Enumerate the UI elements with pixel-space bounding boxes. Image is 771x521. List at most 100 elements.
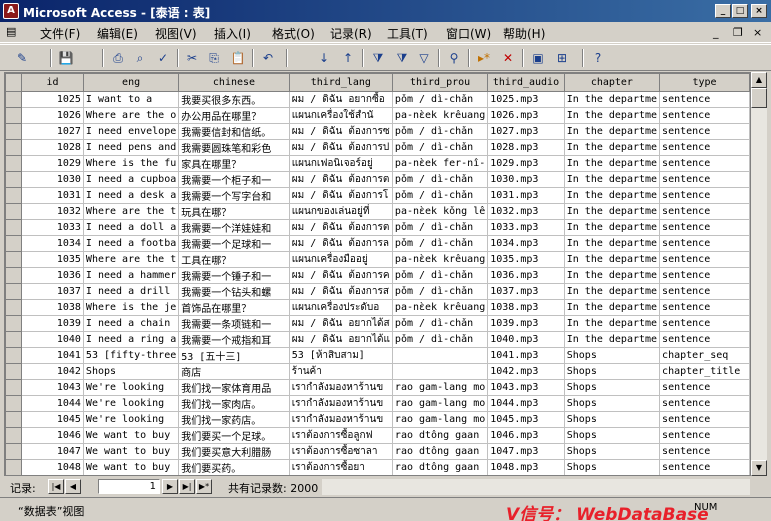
row-selector[interactable]	[5, 363, 23, 380]
row-selector[interactable]	[5, 347, 23, 364]
table-cell-third-lang[interactable]: 53 [ห้าสิบสาม]	[288, 347, 393, 364]
paste-icon[interactable]: 📋	[228, 49, 248, 67]
table-cell-third-audio[interactable]: 1038.mp3	[487, 299, 565, 316]
table-cell-third-prou[interactable]: pǒm / dì-chǎn	[391, 123, 489, 140]
table-cell-chapter[interactable]: In the departme	[563, 123, 661, 140]
table-cell-eng[interactable]: I need a desk a	[82, 187, 180, 204]
access-app-icon[interactable]: A	[3, 3, 19, 19]
table-cell-third-prou[interactable]: pa-nὲek krêuang	[391, 251, 489, 268]
table-cell-id[interactable]: 1038	[21, 299, 84, 316]
table-cell-type[interactable]: sentence	[659, 267, 750, 284]
column-header[interactable]: type	[659, 73, 750, 92]
table-cell-chapter[interactable]: In the departme	[563, 187, 661, 204]
print-icon[interactable]: ⎙	[108, 49, 128, 67]
close-button[interactable]: ×	[751, 4, 767, 18]
row-selector[interactable]	[5, 219, 23, 236]
table-cell-id[interactable]: 1026	[21, 107, 84, 124]
row-selector[interactable]	[5, 187, 23, 204]
table-cell-third-lang[interactable]: ผม / ดิฉัน อยากซื้อ	[288, 91, 393, 108]
table-cell-third-prou[interactable]: rao dtông gaan	[391, 427, 489, 444]
table-cell-chapter[interactable]: In the departme	[563, 267, 661, 284]
table-cell-chapter[interactable]: In the departme	[563, 139, 661, 156]
table-cell-eng[interactable]: We're looking	[82, 395, 180, 412]
spell-icon[interactable]: ✓	[153, 49, 173, 67]
table-cell-third-audio[interactable]: 1030.mp3	[487, 171, 565, 188]
menu-help[interactable]: 帮助(H)	[503, 25, 545, 42]
row-selector[interactable]	[5, 459, 23, 475]
table-cell-type[interactable]: sentence	[659, 427, 750, 444]
save-icon[interactable]: 💾	[56, 49, 76, 67]
table-cell-chinese[interactable]: 我需要一个钻头和螺	[178, 283, 290, 300]
table-cell-chinese[interactable]: 工具在哪？	[178, 251, 290, 268]
table-cell-third-audio[interactable]: 1040.mp3	[487, 331, 565, 348]
scroll-up-icon[interactable]: ▲	[751, 72, 767, 88]
row-selector[interactable]	[5, 267, 23, 284]
table-cell-eng[interactable]: Where is the fu	[82, 155, 180, 172]
horizontal-scrollbar[interactable]	[322, 479, 750, 495]
menu-insert[interactable]: 插入(I)	[214, 25, 251, 42]
table-cell-eng[interactable]: I need a ring a	[82, 331, 180, 348]
sort-asc-icon[interactable]: ↓	[314, 49, 334, 67]
menu-file[interactable]: 文件(F)	[40, 25, 80, 42]
row-selector[interactable]	[5, 283, 23, 300]
table-cell-chapter[interactable]: Shops	[563, 411, 661, 428]
table-cell-chinese[interactable]: 53 [五十三]	[178, 347, 290, 364]
table-cell-chapter[interactable]: In the departme	[563, 91, 661, 108]
table-cell-third-prou[interactable]: rao dtông gaan	[391, 443, 489, 460]
table-cell-third-lang[interactable]: ผม / ดิฉัน ต้องการป	[288, 139, 393, 156]
table-cell-third-lang[interactable]: แผนกเครื่องประดับอ	[288, 299, 393, 316]
copy-icon[interactable]: ⎘	[204, 49, 224, 67]
row-selector[interactable]	[5, 443, 23, 460]
table-cell-third-lang[interactable]: ผม / ดิฉัน ต้องการต	[288, 171, 393, 188]
table-cell-third-prou[interactable]: rao gam-lang mo	[391, 379, 489, 396]
table-cell-id[interactable]: 1034	[21, 235, 84, 252]
menu-tools[interactable]: 工具(T)	[387, 25, 428, 42]
menu-icon[interactable]: ▤	[6, 25, 16, 38]
table-cell-chinese[interactable]: 首饰品在哪里？	[178, 299, 290, 316]
sort-desc-icon[interactable]: ↑	[338, 49, 358, 67]
table-cell-chinese[interactable]: 我需要一个洋娃娃和	[178, 219, 290, 236]
preview-icon[interactable]: ⌕	[130, 49, 150, 67]
table-cell-third-prou[interactable]: pǒm / dì-chǎn	[391, 171, 489, 188]
table-cell-third-prou[interactable]	[391, 347, 489, 364]
table-cell-third-audio[interactable]: 1026.mp3	[487, 107, 565, 124]
table-cell-chapter[interactable]: In the departme	[563, 219, 661, 236]
row-selector[interactable]	[5, 107, 23, 124]
mdi-minimize-icon[interactable]: _	[713, 26, 719, 39]
table-cell-chapter[interactable]: In the departme	[563, 155, 661, 172]
table-cell-eng[interactable]: I want to a	[82, 91, 180, 108]
table-cell-chinese[interactable]: 我需要一个戒指和耳	[178, 331, 290, 348]
record-number-input[interactable]: 1	[98, 479, 160, 494]
table-cell-eng[interactable]: I need a hammer	[82, 267, 180, 284]
table-cell-eng[interactable]: I need a drill	[82, 283, 180, 300]
table-cell-chapter[interactable]: In the departme	[563, 331, 661, 348]
table-cell-third-prou[interactable]: pǒm / dì-chǎn	[391, 315, 489, 332]
table-cell-id[interactable]: 1045	[21, 411, 84, 428]
table-cell-type[interactable]: sentence	[659, 171, 750, 188]
row-selector[interactable]	[5, 251, 23, 268]
row-selector[interactable]	[5, 139, 23, 156]
table-cell-chinese[interactable]: 我们要买一个足球。	[178, 427, 290, 444]
table-cell-third-prou[interactable]: rao gam-lang mo	[391, 395, 489, 412]
table-cell-third-lang[interactable]: เรากำลังมองหาร้านข	[288, 395, 393, 412]
menu-records[interactable]: 记录(R)	[330, 25, 372, 42]
table-cell-third-lang[interactable]: เราต้องการซื้อยา	[288, 459, 393, 475]
table-cell-type[interactable]: sentence	[659, 459, 750, 475]
table-cell-chinese[interactable]: 我需要一个柜子和一	[178, 171, 290, 188]
last-record-icon[interactable]: ▶|	[179, 479, 195, 494]
table-cell-chapter[interactable]: Shops	[563, 347, 661, 364]
table-cell-eng[interactable]: I need envelope	[82, 123, 180, 140]
table-cell-eng[interactable]: I need a chain	[82, 315, 180, 332]
cut-icon[interactable]: ✂	[182, 49, 202, 67]
table-cell-id[interactable]: 1047	[21, 443, 84, 460]
table-cell-eng[interactable]: Where are the t	[82, 203, 180, 220]
table-cell-id[interactable]: 1035	[21, 251, 84, 268]
new-record-nav-icon[interactable]: ▶*	[196, 479, 212, 494]
table-cell-chapter[interactable]: In the departme	[563, 203, 661, 220]
table-cell-id[interactable]: 1044	[21, 395, 84, 412]
select-all-corner[interactable]	[5, 73, 23, 92]
column-header[interactable]: chapter	[563, 73, 661, 92]
table-cell-chapter[interactable]: In the departme	[563, 107, 661, 124]
filter-form-icon[interactable]: ⧩	[392, 49, 412, 67]
table-cell-chinese[interactable]: 我需要一个写字台和	[178, 187, 290, 204]
